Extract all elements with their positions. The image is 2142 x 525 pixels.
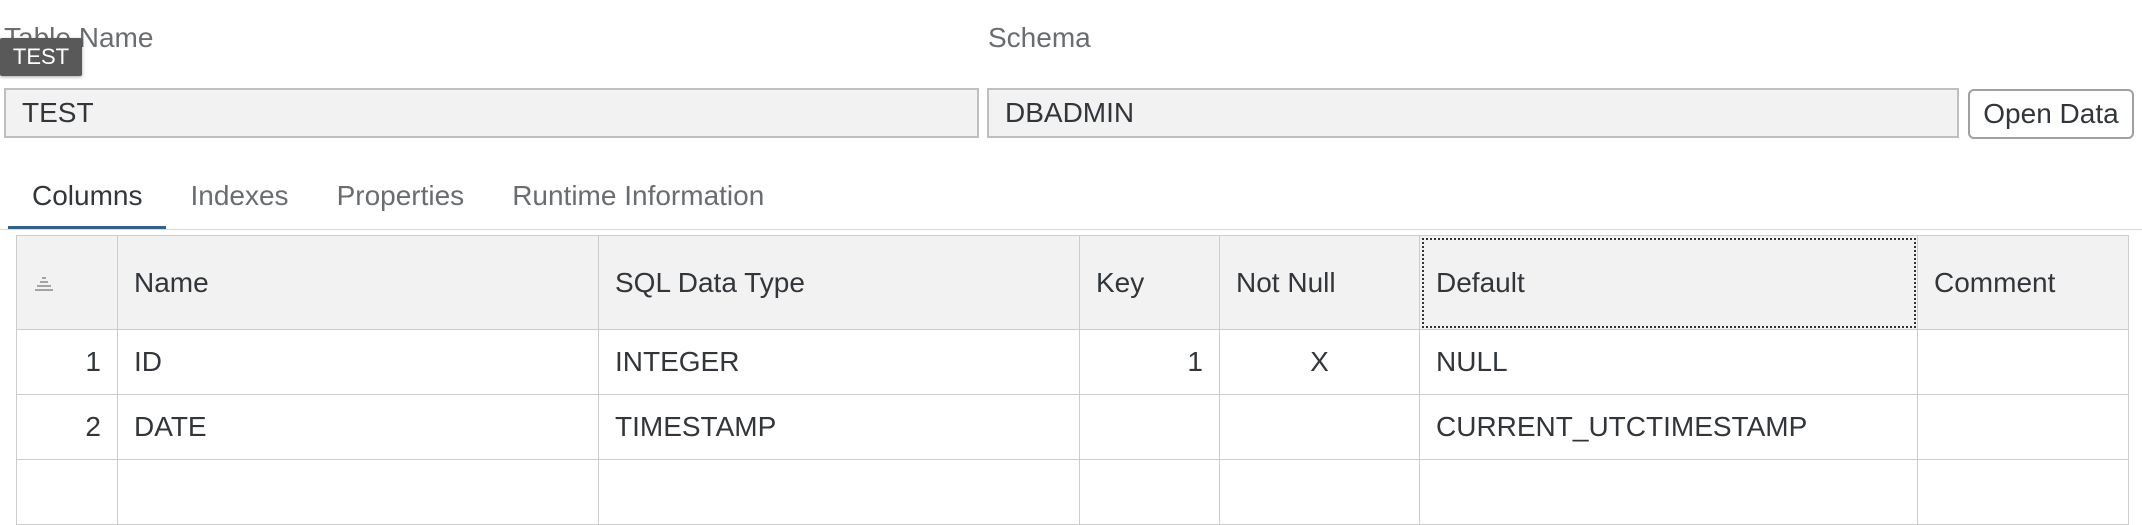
column-header-name[interactable]: Name [117, 235, 599, 330]
table-name-input[interactable]: TEST [4, 88, 979, 138]
row-number: 1 [16, 329, 118, 395]
row-number: 2 [16, 394, 118, 460]
cell-not-null[interactable] [1219, 394, 1420, 460]
cell-default[interactable]: CURRENT_UTCTIMESTAMP [1419, 394, 1918, 460]
tab-runtime-information[interactable]: Runtime Information [488, 168, 788, 230]
cell-sql-data-type[interactable] [598, 459, 1080, 525]
cell-key[interactable] [1079, 459, 1220, 525]
cell-default[interactable] [1419, 459, 1918, 525]
schema-label: Schema [988, 22, 1091, 53]
cell-sql-data-type[interactable]: INTEGER [598, 329, 1080, 395]
table-row[interactable]: 2 DATE TIMESTAMP CURRENT_UTCTIMESTAMP [16, 394, 2129, 460]
cell-name[interactable]: DATE [117, 394, 599, 460]
cell-name[interactable]: ID [117, 329, 599, 395]
table-row[interactable] [16, 459, 2129, 525]
tab-columns[interactable]: Columns [8, 168, 167, 230]
cell-not-null[interactable]: X [1219, 329, 1420, 395]
columns-table: Name SQL Data Type Key Not Null Default … [16, 235, 2129, 525]
table-header-row: Name SQL Data Type Key Not Null Default … [16, 235, 2129, 330]
column-header-default[interactable]: Default [1419, 235, 1918, 330]
cell-key[interactable] [1079, 394, 1220, 460]
cell-name[interactable] [117, 459, 599, 525]
table-row[interactable]: 1 ID INTEGER 1 X NULL [16, 329, 2129, 395]
cell-comment[interactable] [1917, 329, 2129, 395]
sort-icon[interactable] [33, 276, 55, 296]
column-header-sql-data-type[interactable]: SQL Data Type [598, 235, 1080, 330]
cell-comment[interactable] [1917, 394, 2129, 460]
cell-key[interactable]: 1 [1079, 329, 1220, 395]
cell-not-null[interactable] [1219, 459, 1420, 525]
tab-properties[interactable]: Properties [313, 168, 489, 230]
tab-bar: Columns Indexes Properties Runtime Infor… [8, 168, 788, 230]
cell-default[interactable]: NULL [1419, 329, 1918, 395]
tab-indexes[interactable]: Indexes [166, 168, 312, 230]
row-number-header[interactable] [16, 235, 118, 330]
schema-value: DBADMIN [1005, 97, 1135, 128]
table-name-value: TEST [22, 97, 94, 128]
cell-comment[interactable] [1917, 459, 2129, 525]
table-name-tooltip: TEST [0, 38, 82, 76]
tab-divider [0, 229, 2142, 230]
column-header-comment[interactable]: Comment [1917, 235, 2129, 330]
column-header-not-null[interactable]: Not Null [1219, 235, 1420, 330]
column-header-key[interactable]: Key [1079, 235, 1220, 330]
row-number [16, 459, 118, 525]
schema-input[interactable]: DBADMIN [987, 88, 1959, 138]
cell-sql-data-type[interactable]: TIMESTAMP [598, 394, 1080, 460]
open-data-button[interactable]: Open Data [1968, 89, 2134, 139]
